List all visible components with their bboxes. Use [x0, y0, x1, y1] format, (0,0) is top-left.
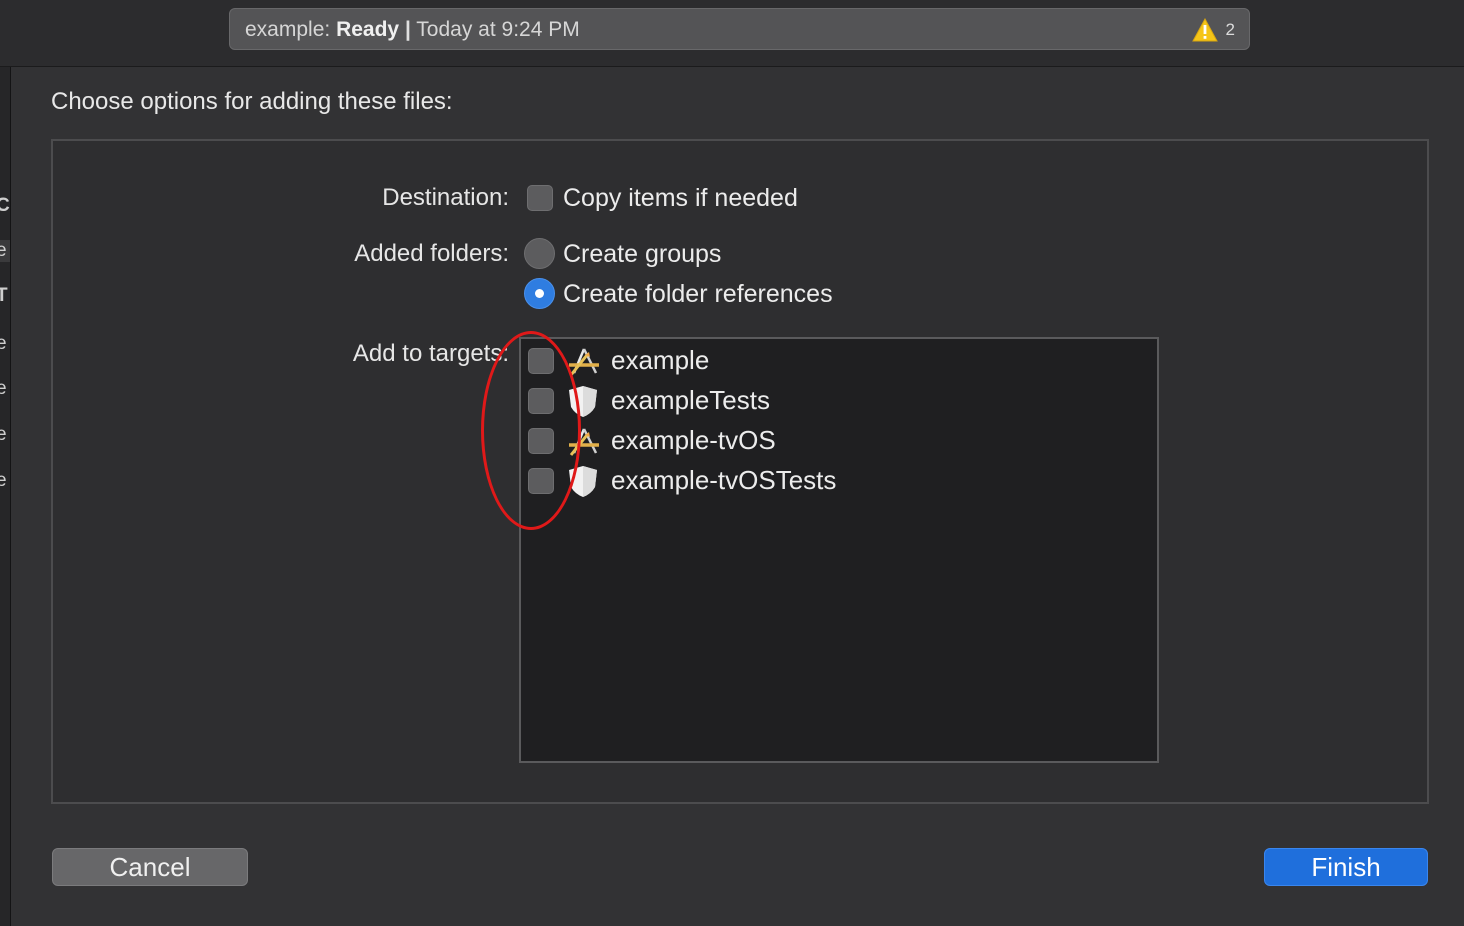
warning-count: 2 [1225, 20, 1235, 39]
target-name[interactable]: example [611, 343, 709, 377]
target-name[interactable]: exampleTests [611, 383, 770, 417]
target-checkbox[interactable] [528, 348, 554, 374]
sliver-text: e [0, 424, 7, 445]
sliver-text: e [0, 240, 10, 262]
destination-label: Destination: [382, 184, 509, 211]
activity-text: example: Ready | Today at 9:24 PM [245, 9, 580, 51]
warning-triangle-icon [1191, 18, 1218, 42]
activity-viewer: example: Ready | Today at 9:24 PM 2 [229, 8, 1250, 50]
sliver-text: e [0, 378, 7, 399]
create-folder-references-label[interactable]: Create folder references [563, 280, 833, 309]
copy-items-checkbox[interactable] [527, 185, 553, 211]
target-row-example[interactable]: example [521, 341, 1157, 381]
target-checkbox[interactable] [528, 388, 554, 414]
cancel-button[interactable]: Cancel [52, 848, 248, 886]
build-status: Ready [336, 18, 400, 41]
app-icon [569, 348, 599, 376]
test-shield-icon [569, 466, 597, 497]
create-groups-radio[interactable] [524, 238, 555, 269]
warnings-indicator[interactable]: 2 [1191, 9, 1235, 51]
copy-items-label[interactable]: Copy items if needed [563, 184, 798, 213]
app-icon [569, 428, 599, 456]
create-folder-references-radio[interactable] [524, 278, 555, 309]
target-row-exampleTests[interactable]: exampleTests [521, 381, 1157, 421]
create-groups-label[interactable]: Create groups [563, 240, 721, 269]
test-shield-icon [569, 386, 597, 417]
target-checkbox[interactable] [528, 428, 554, 454]
build-time: Today at 9:24 PM [416, 18, 580, 41]
added-folders-label: Added folders: [354, 240, 509, 267]
target-row-example-tvOSTests[interactable]: example-tvOSTests [521, 461, 1157, 501]
add-to-targets-label: Add to targets: [352, 340, 509, 367]
toolbar: example: Ready | Today at 9:24 PM 2 [0, 0, 1464, 67]
sliver-text: e [0, 333, 7, 354]
targets-list: example exampleTests example-tvOS exampl… [519, 337, 1159, 763]
navigator-sliver: C e T e e e e [0, 67, 11, 926]
target-checkbox[interactable] [528, 468, 554, 494]
target-name[interactable]: example-tvOSTests [611, 463, 836, 497]
finish-button[interactable]: Finish [1264, 848, 1428, 886]
sliver-text: T [0, 285, 8, 306]
target-name[interactable]: example-tvOS [611, 423, 776, 457]
dialog-heading: Choose options for adding these files: [51, 88, 453, 115]
project-name: example: [245, 18, 331, 41]
status-separator: | [404, 18, 411, 41]
sliver-text: C [0, 195, 10, 216]
target-row-example-tvOS[interactable]: example-tvOS [521, 421, 1157, 461]
sliver-text: e [0, 470, 7, 491]
